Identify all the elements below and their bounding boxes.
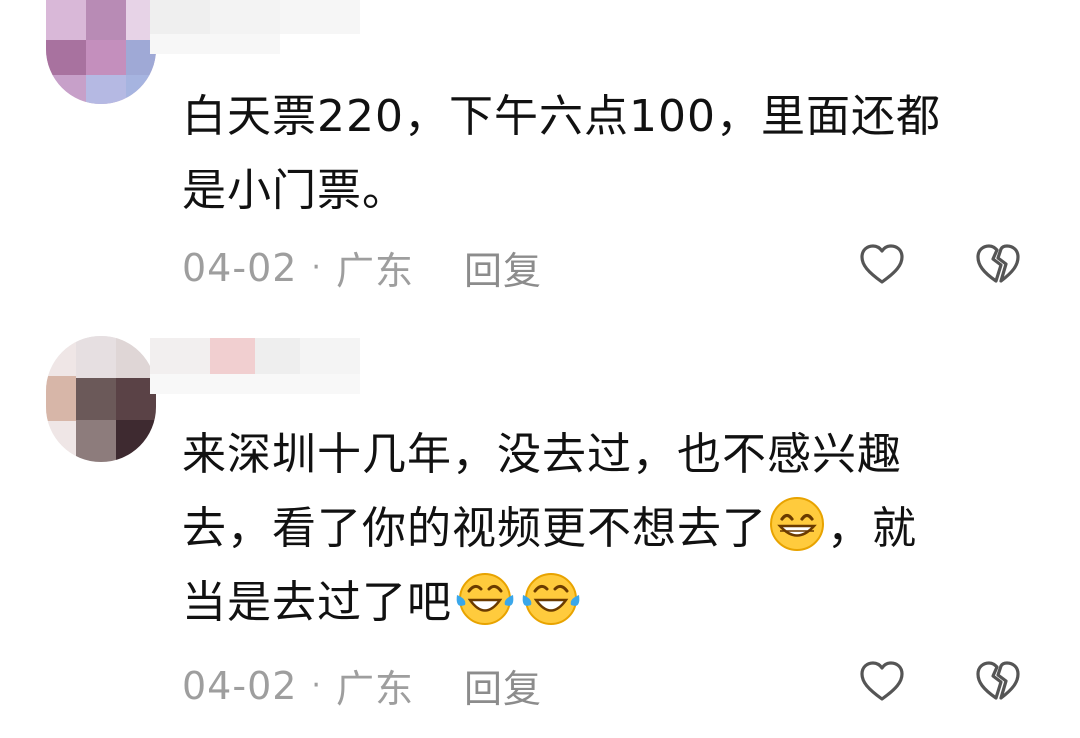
- comment-text-line: 是小门票。: [182, 165, 407, 216]
- comment-date: 04-02: [182, 245, 298, 290]
- comment-text-segment: 当是去过了吧: [182, 577, 452, 628]
- comment-text: 白天票220，下午六点100，里面还都 是小门票。: [182, 80, 1032, 228]
- comment-text-line: 白天票220，下午六点100，里面还都: [182, 91, 941, 142]
- comment-text-line: 来深圳十几年，没去过，也不感兴趣: [182, 429, 902, 480]
- reply-button[interactable]: 回复: [464, 658, 542, 713]
- avatar[interactable]: [46, 336, 156, 462]
- heart-outline-icon[interactable]: [858, 658, 906, 706]
- comment-location: 广东: [335, 667, 414, 711]
- avatar[interactable]: [46, 0, 156, 104]
- comment-meta: 04-02 · 广东 回复: [182, 240, 542, 295]
- comment-item: 来深圳十几年，没去过，也不感兴趣 去，看了你的视频更不想去了 ，就 当是去过了吧: [0, 318, 1080, 738]
- meta-separator: ·: [311, 250, 322, 285]
- heart-outline-icon[interactable]: [858, 241, 906, 289]
- rolling-laughing-tears-emoji: [522, 573, 580, 625]
- broken-heart-outline-icon[interactable]: [974, 658, 1022, 706]
- comment-text-line: 去，看了你的视频更不想去了 ，就: [182, 492, 1032, 566]
- comment-meta: 04-02 · 广东 回复: [182, 658, 542, 713]
- meta-separator: ·: [311, 668, 322, 703]
- reply-button[interactable]: 回复: [464, 240, 542, 295]
- comment-text-segment: 去，看了你的视频更不想去了: [182, 503, 767, 554]
- grinning-face-emoji: [770, 497, 824, 551]
- comment-text: 来深圳十几年，没去过，也不感兴趣 去，看了你的视频更不想去了 ，就 当是去过了吧: [182, 418, 1032, 640]
- comment-text-segment: ，就: [827, 503, 917, 554]
- comment-text-line: 当是去过了吧: [182, 566, 1032, 640]
- broken-heart-outline-icon[interactable]: [974, 241, 1022, 289]
- comment-location: 广东: [335, 249, 414, 293]
- comment-item: 白天票220，下午六点100，里面还都 是小门票。 04-02 · 广东 回复: [0, 0, 1080, 320]
- rolling-laughing-tears-emoji: [456, 573, 514, 625]
- comment-date: 04-02: [182, 663, 298, 708]
